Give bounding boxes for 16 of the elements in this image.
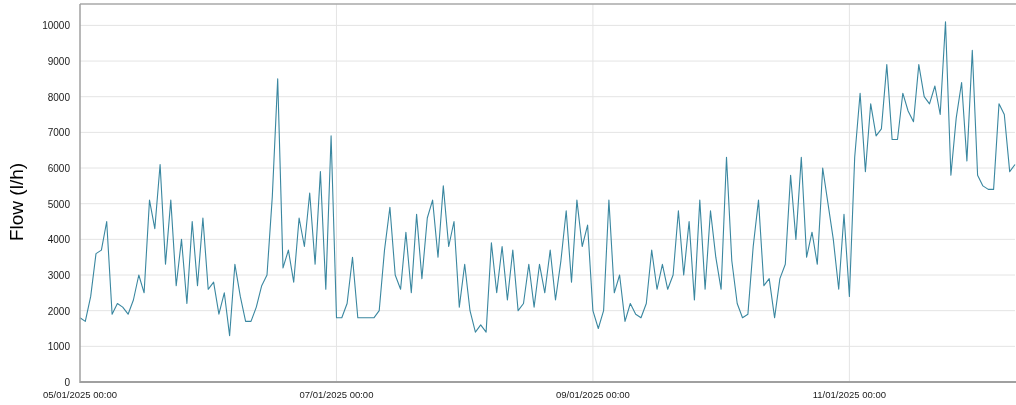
y-tick-label: 5000 xyxy=(47,198,70,210)
x-tick-label: 09/01/2025 00:00 xyxy=(555,389,630,400)
axis-title: Flow (l/h) xyxy=(6,162,27,242)
y-tick-label: 6000 xyxy=(47,163,70,175)
x-tick-label: 11/01/2025 00:00 xyxy=(812,389,886,400)
y-tick-label: 3000 xyxy=(47,270,70,281)
y-tick-label: 1000 xyxy=(47,341,70,353)
y-tick-label: 4000 xyxy=(47,234,70,246)
y-tick-label: 8000 xyxy=(47,91,70,103)
x-tick-label: 07/01/2025 00:00 xyxy=(299,389,374,400)
y-tick-label: 0 xyxy=(64,377,70,388)
y-tick-label: 9000 xyxy=(47,56,70,68)
y-tick-label: 2000 xyxy=(47,305,70,317)
y-tick-label: 10000 xyxy=(42,20,70,32)
y-tick-label: 7000 xyxy=(47,127,70,139)
x-tick-label: 05/01/2025 00:00 xyxy=(43,389,117,400)
